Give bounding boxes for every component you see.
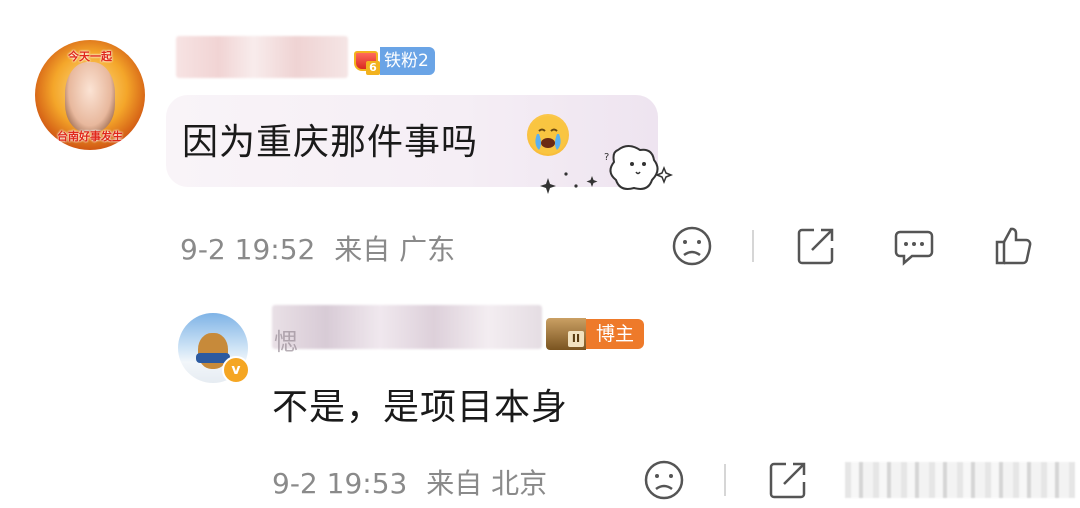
action-divider — [752, 230, 754, 262]
commenter-avatar[interactable]: 今天一起 台南好事发生 — [35, 40, 145, 150]
watermark-overlay — [845, 462, 1075, 498]
reply-text: 不是，是项目本身 — [272, 387, 569, 428]
sad-face-icon[interactable] — [642, 458, 686, 502]
blogger-badge-label: 博主 — [586, 319, 645, 349]
share-icon[interactable] — [766, 458, 810, 502]
thumbs-up-icon[interactable] — [991, 224, 1035, 268]
comment-icon[interactable] — [892, 224, 936, 268]
share-icon[interactable] — [794, 224, 838, 268]
replier-name-blurred[interactable] — [272, 305, 542, 349]
avatar-bottom-caption: 台南好事发生 — [57, 130, 123, 143]
fan-badge-label: 铁粉2 — [380, 47, 435, 75]
blogger-badge-level: II — [568, 331, 584, 347]
avatar-top-caption: 今天一起 — [68, 50, 112, 63]
sticker-decoration-icon: ? — [540, 145, 674, 194]
comment-time: 9-2 19:52 — [180, 233, 316, 266]
action-divider — [724, 464, 726, 496]
blogger-badge[interactable]: II 博主 — [546, 318, 645, 350]
reply-location: 来自 北京 — [426, 467, 548, 500]
reply-meta: 9-2 19:53 来自 北京 — [272, 462, 547, 502]
comment-text: 因为重庆那件事吗 — [182, 122, 479, 163]
fan-badge[interactable]: 6 铁粉2 — [350, 45, 435, 77]
blogger-badge-crest-icon: II — [546, 318, 586, 350]
reply-time: 9-2 19:53 — [272, 467, 408, 500]
sad-face-icon[interactable] — [670, 224, 714, 268]
svg-text:?: ? — [604, 152, 609, 163]
avatar-portrait — [65, 62, 115, 132]
commenter-name-blurred[interactable] — [176, 36, 348, 78]
comment-location: 来自 广东 — [334, 233, 456, 266]
fan-badge-crest-icon: 6 — [350, 45, 380, 77]
fan-badge-level: 6 — [366, 61, 380, 75]
verified-badge-icon: v — [222, 356, 250, 384]
replier-name-partial: 愢 — [274, 328, 298, 356]
comment-meta: 9-2 19:52 来自 广东 — [180, 228, 455, 268]
